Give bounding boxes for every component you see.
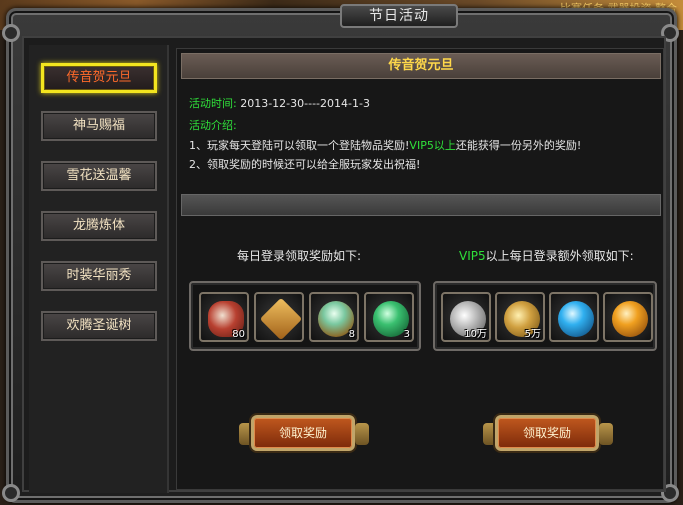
- intro-line-2-text: 2、领取奖励的时候还可以给全服玩家发出祝福!: [189, 158, 421, 171]
- sidebar-item-new-year[interactable]: 传音贺元旦: [41, 63, 157, 93]
- reward-count: 5万: [524, 329, 541, 340]
- reward-slot[interactable]: 80: [199, 292, 249, 342]
- reward-count: 10万: [464, 329, 487, 340]
- reward-slot[interactable]: [254, 292, 304, 342]
- vip-reward-box: 10万 5万: [433, 281, 657, 351]
- blue-pearl-icon: [558, 301, 594, 337]
- reward-slot[interactable]: [603, 292, 653, 342]
- reward-slot[interactable]: 8: [309, 292, 359, 342]
- sidebar-item-dragon-body[interactable]: 龙腾炼体: [41, 211, 157, 241]
- daily-reward-box: 80 8 3: [189, 281, 421, 351]
- intro-line-1-end: 还能获得一份另外的奖励!: [455, 139, 582, 152]
- sidebar-item-fashion-show[interactable]: 时装华丽秀: [41, 261, 157, 291]
- intro-line-1-start: 1、玩家每天登陆可以领取一个登陆物品奖励!: [189, 139, 410, 152]
- reward-count: 3: [403, 329, 410, 340]
- event-intro-label: 活动介绍:: [189, 117, 237, 133]
- claim-vip-reward-button[interactable]: 领取奖励: [495, 415, 599, 451]
- intro-line-1-vip: VIP5以上: [409, 139, 456, 152]
- orange-pearl-icon: [612, 301, 648, 337]
- event-time-label: 活动时间:: [189, 97, 237, 110]
- frame-corner-ornament: [2, 24, 20, 42]
- button-ornament: [599, 423, 613, 445]
- reward-count: 8: [348, 329, 355, 340]
- reward-slot[interactable]: 5万: [495, 292, 545, 342]
- sidebar-item-divine-horse[interactable]: 神马赐福: [41, 111, 157, 141]
- reward-slot[interactable]: 3: [364, 292, 414, 342]
- vip-reward-heading: VIP5以上每日登录额外领取如下:: [459, 247, 634, 264]
- frame-corner-ornament: [2, 484, 20, 502]
- event-intro-line-1: 1、玩家每天登陆可以领取一个登陆物品奖励!VIP5以上还能获得一份另外的奖励!: [189, 137, 581, 153]
- event-time-value: 2013-12-30----2014-1-3: [240, 97, 370, 110]
- reward-slot[interactable]: 10万: [441, 292, 491, 342]
- vip-reward-heading-vip: VIP5: [459, 249, 486, 263]
- event-intro-label-text: 活动介绍:: [189, 119, 237, 132]
- claim-daily-reward-button[interactable]: 领取奖励: [251, 415, 355, 451]
- reward-slot[interactable]: [549, 292, 599, 342]
- sidebar-item-christmas-tree[interactable]: 欢腾圣诞树: [41, 311, 157, 341]
- daily-reward-heading: 每日登录领取奖励如下:: [237, 249, 362, 263]
- event-intro-line-2: 2、领取奖励的时候还可以给全服玩家发出祝福!: [189, 156, 420, 172]
- treasure-scroll-icon: [259, 297, 303, 341]
- event-sidebar: 传音贺元旦 神马赐福 雪花送温馨 龙腾炼体 时装华丽秀 欢腾圣诞树: [29, 45, 169, 493]
- button-ornament: [355, 423, 369, 445]
- sidebar-item-snowflake[interactable]: 雪花送温馨: [41, 161, 157, 191]
- event-detail-panel: 传音贺元旦 活动时间: 2013-12-30----2014-1-3 活动介绍:…: [176, 48, 664, 490]
- reward-count: 80: [232, 329, 245, 340]
- event-time-row: 活动时间: 2013-12-30----2014-1-3: [189, 95, 370, 111]
- event-title: 传音贺元旦: [181, 53, 661, 79]
- window-title: 节日活动: [340, 4, 458, 28]
- section-divider: [181, 194, 661, 216]
- vip-reward-heading-text: 以上每日登录额外领取如下:: [485, 249, 634, 263]
